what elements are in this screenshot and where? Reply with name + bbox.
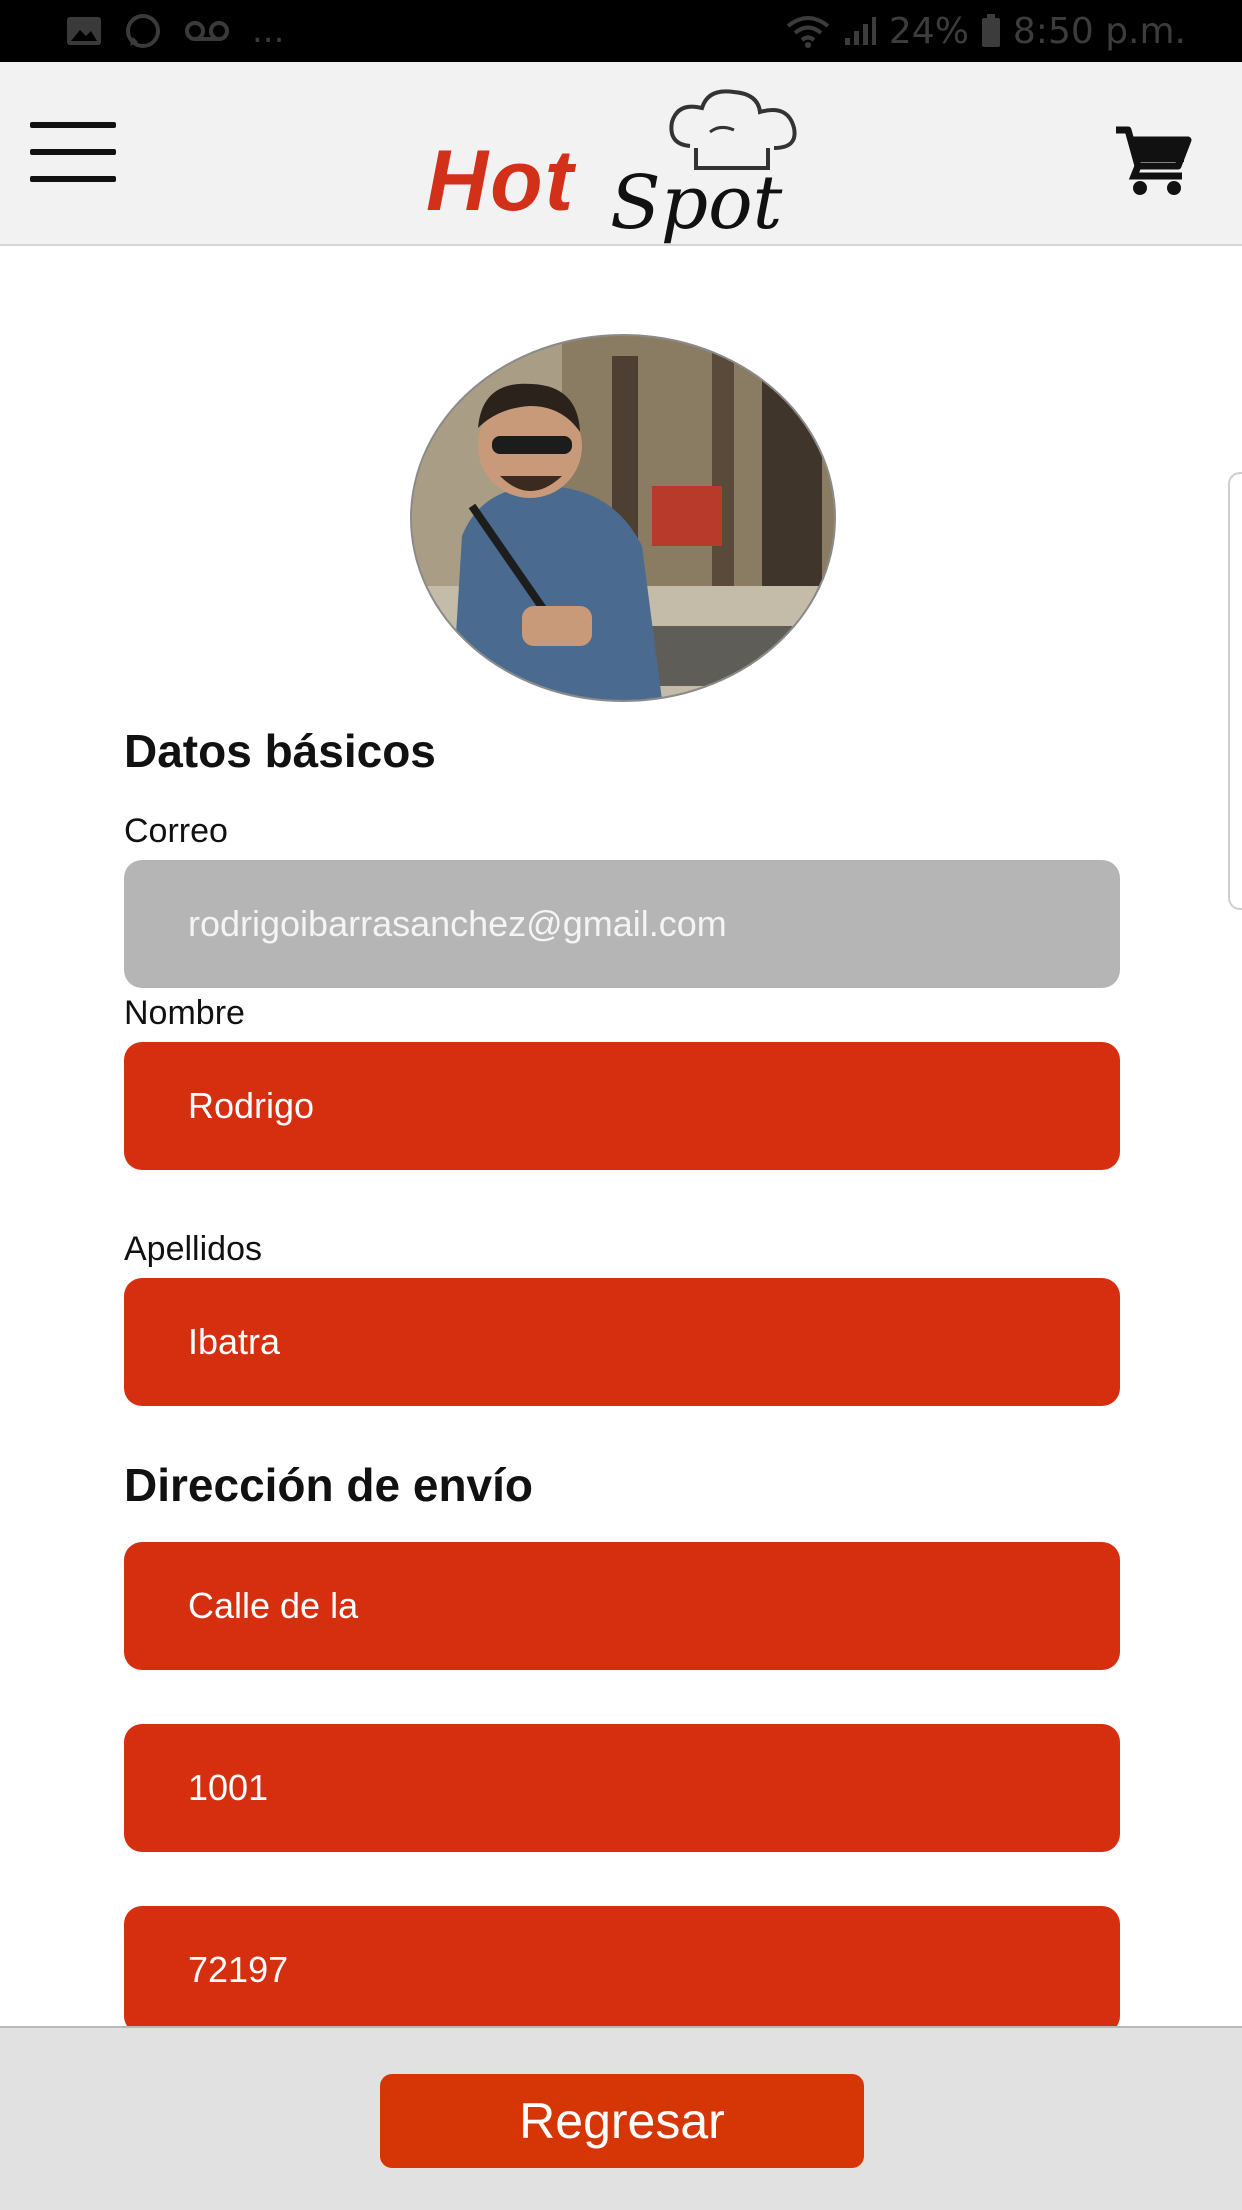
- zip-value: 72197: [188, 1949, 289, 1990]
- name-value: Rodrigo: [188, 1085, 315, 1126]
- street-field[interactable]: Calle de la: [124, 1542, 1120, 1670]
- number-value: 1001: [188, 1767, 269, 1808]
- battery-icon: [981, 14, 1000, 47]
- lastname-value: Ibatra: [188, 1321, 281, 1362]
- clock: 8:50 p.m.: [1012, 10, 1186, 52]
- status-bar: ... 24% 8:50 p.m.: [0, 0, 1242, 62]
- lastname-field[interactable]: Ibatra: [124, 1278, 1120, 1406]
- name-label: Nombre: [124, 994, 245, 1032]
- zip-field[interactable]: 72197: [124, 1906, 1120, 2034]
- more-notifications: ...: [252, 11, 285, 51]
- name-field[interactable]: Rodrigo: [124, 1042, 1120, 1170]
- email-field: rodrigoibarrasanchez@gmail.com: [124, 860, 1120, 988]
- street-value: Calle de la: [188, 1585, 359, 1626]
- gallery-icon: [67, 17, 101, 45]
- profile-avatar[interactable]: [410, 334, 836, 702]
- cart-icon: [1116, 126, 1192, 195]
- signal-icon: [844, 17, 876, 45]
- email-label: Correo: [124, 812, 228, 850]
- app-header: Hot Spot: [0, 62, 1242, 246]
- logo-spot: Spot: [610, 160, 783, 246]
- basic-data-title: Datos básicos: [124, 725, 436, 777]
- bottom-bar: Regresar: [0, 2026, 1242, 2210]
- wifi-icon: [786, 16, 830, 48]
- shipping-title: Dirección de envío: [124, 1459, 534, 1511]
- cart-button[interactable]: [1112, 122, 1192, 198]
- voicemail-icon: [185, 21, 229, 41]
- number-field[interactable]: 1001: [124, 1724, 1120, 1852]
- logo-hot: Hot: [426, 133, 576, 229]
- hotspot-logo: Hot Spot: [420, 82, 820, 246]
- email-value: rodrigoibarrasanchez@gmail.com: [188, 903, 727, 944]
- menu-button[interactable]: [30, 122, 116, 182]
- profile-photo: [412, 336, 834, 700]
- battery-percent: 24%: [888, 10, 969, 52]
- whatsapp-icon: [126, 14, 160, 48]
- lastname-label: Apellidos: [124, 1230, 262, 1268]
- side-scroll-indicator[interactable]: [1228, 472, 1242, 910]
- back-button[interactable]: Regresar: [380, 2074, 864, 2168]
